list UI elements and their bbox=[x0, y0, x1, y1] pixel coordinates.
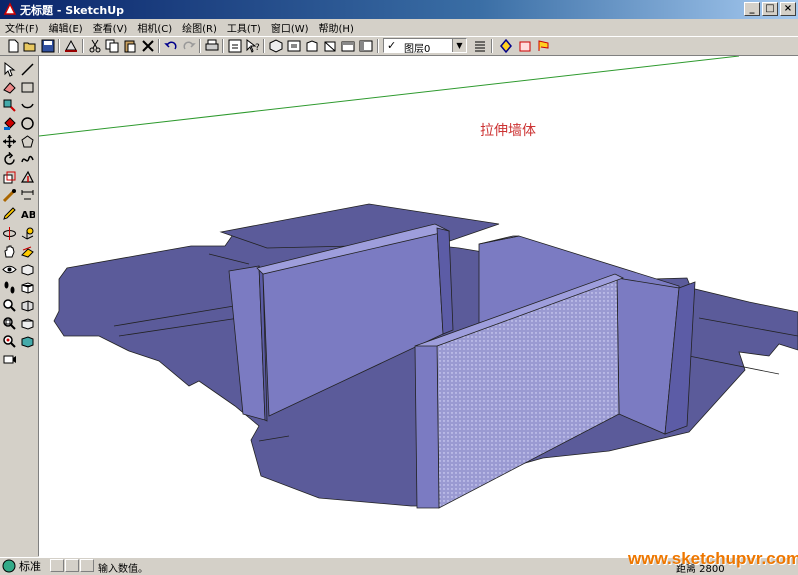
dropdown-arrow-icon[interactable]: ▼ bbox=[452, 39, 466, 52]
delete-icon[interactable] bbox=[140, 38, 156, 54]
make-component-icon[interactable] bbox=[63, 38, 79, 54]
right-view-icon[interactable] bbox=[322, 38, 338, 54]
cut-icon[interactable] bbox=[87, 38, 103, 54]
line-tool-icon[interactable] bbox=[20, 62, 35, 77]
status-help-button[interactable] bbox=[50, 559, 64, 572]
scale-tool-icon[interactable] bbox=[2, 170, 17, 185]
walk-footprints-icon[interactable] bbox=[2, 280, 17, 295]
zoom-extents-icon[interactable] bbox=[2, 334, 17, 349]
polygon-tool-icon[interactable] bbox=[20, 134, 35, 149]
pan-hand-icon[interactable] bbox=[2, 244, 17, 259]
orbit-tool-icon[interactable] bbox=[2, 226, 17, 241]
follow-me-icon[interactable] bbox=[20, 244, 35, 259]
rotate-tool-icon[interactable] bbox=[2, 152, 17, 167]
menu-camera[interactable]: 相机(C) bbox=[132, 20, 177, 35]
back-view-icon[interactable] bbox=[340, 38, 356, 54]
pencil-icon[interactable] bbox=[2, 206, 17, 221]
layer-select[interactable]: ✓ 图层0 ▼ bbox=[383, 38, 467, 55]
geo-location-icon[interactable] bbox=[2, 559, 16, 573]
scenes-icon[interactable] bbox=[536, 38, 552, 54]
section-plane-icon[interactable] bbox=[517, 38, 533, 54]
model-info-icon[interactable] bbox=[227, 38, 243, 54]
layer-manager-icon[interactable] bbox=[472, 38, 488, 54]
svg-text:AB: AB bbox=[21, 210, 35, 221]
front-wall-post bbox=[414, 339, 440, 509]
text-tool-icon[interactable]: AB bbox=[20, 206, 35, 221]
upper-slab bbox=[219, 203, 500, 249]
status-instructor-button[interactable] bbox=[80, 559, 94, 572]
extrude-walls-label: 拉伸墙体 bbox=[480, 123, 536, 139]
zoom-magnifier-icon[interactable] bbox=[2, 298, 17, 313]
view-iso-box-icon[interactable] bbox=[20, 334, 35, 349]
maximize-button[interactable]: □ bbox=[762, 2, 778, 16]
status-info-button[interactable] bbox=[65, 559, 79, 572]
help-icon[interactable]: ? bbox=[245, 38, 261, 54]
position-camera-icon[interactable] bbox=[2, 352, 17, 367]
freehand-tool-icon[interactable] bbox=[20, 152, 35, 167]
move-tool-icon[interactable] bbox=[2, 134, 17, 149]
layer-selected-value: 图层0 bbox=[404, 44, 431, 55]
menu-file[interactable]: 文件(F) bbox=[0, 20, 44, 35]
circle-tool-icon[interactable] bbox=[20, 116, 35, 131]
svg-text:?: ? bbox=[255, 43, 260, 53]
horizon-line bbox=[39, 56, 740, 137]
open-folder-icon[interactable] bbox=[22, 38, 38, 54]
close-button[interactable]: × bbox=[780, 2, 796, 16]
axes-tool-icon[interactable] bbox=[20, 226, 35, 241]
layer-active-check-icon: ✓ bbox=[387, 39, 397, 52]
menu-draw[interactable]: 绘图(R) bbox=[177, 20, 222, 35]
save-icon[interactable] bbox=[40, 38, 56, 54]
dimension-tool-icon[interactable] bbox=[20, 188, 35, 203]
select-arrow-icon[interactable] bbox=[2, 62, 17, 77]
view-back-box-icon[interactable] bbox=[20, 316, 35, 331]
paste-icon[interactable] bbox=[122, 38, 138, 54]
rectangle-tool-icon[interactable] bbox=[20, 80, 35, 95]
zoom-window-icon[interactable] bbox=[2, 316, 17, 331]
zoom-extents-box-icon[interactable] bbox=[20, 262, 35, 277]
look-around-eye-icon[interactable] bbox=[2, 262, 17, 277]
previous-view-icon[interactable] bbox=[498, 38, 514, 54]
iso-view-icon[interactable] bbox=[268, 38, 284, 54]
undo-icon[interactable] bbox=[163, 38, 179, 54]
front-view-icon[interactable] bbox=[304, 38, 320, 54]
make-component-tool-icon[interactable] bbox=[2, 98, 17, 113]
paint-bucket-icon[interactable] bbox=[2, 116, 17, 131]
arc-tool-icon[interactable] bbox=[20, 98, 35, 113]
site-watermark: www.sketchupvr.com bbox=[628, 549, 798, 568]
model-scene bbox=[39, 56, 798, 509]
menu-edit[interactable]: 编辑(E) bbox=[44, 20, 88, 35]
title-bar: 无标题 - SketchUp _ □ × bbox=[0, 0, 798, 19]
modeling-viewport[interactable]: 拉伸墙体 bbox=[39, 56, 798, 557]
tool-palette: AB bbox=[0, 56, 39, 556]
copy-icon[interactable] bbox=[104, 38, 120, 54]
print-icon[interactable] bbox=[204, 38, 220, 54]
window-title: 无标题 - SketchUp bbox=[20, 4, 125, 17]
left-view-icon[interactable] bbox=[358, 38, 374, 54]
eraser-icon[interactable] bbox=[2, 80, 17, 95]
menu-help[interactable]: 帮助(H) bbox=[314, 20, 359, 35]
menu-tools[interactable]: 工具(T) bbox=[222, 20, 266, 35]
menu-bar: 文件(F) 编辑(E) 查看(V) 相机(C) 绘图(R) 工具(T) 窗口(W… bbox=[0, 19, 798, 35]
menu-view[interactable]: 查看(V) bbox=[88, 20, 133, 35]
sketchup-app-icon bbox=[3, 2, 17, 15]
view-side-box-icon[interactable] bbox=[20, 298, 35, 313]
view-front-box-icon[interactable] bbox=[20, 280, 35, 295]
main-toolbar: ? ✓ 图层0 ▼ bbox=[0, 36, 798, 56]
minimize-button[interactable]: _ bbox=[744, 2, 760, 16]
top-view-icon[interactable] bbox=[286, 38, 302, 54]
tape-measure-icon[interactable] bbox=[2, 188, 17, 203]
new-file-icon[interactable] bbox=[5, 38, 21, 54]
push-pull-tool-icon[interactable] bbox=[20, 170, 35, 185]
menu-window[interactable]: 窗口(W) bbox=[266, 20, 314, 35]
status-mode: 标准 bbox=[19, 560, 41, 573]
redo-icon[interactable] bbox=[181, 38, 197, 54]
